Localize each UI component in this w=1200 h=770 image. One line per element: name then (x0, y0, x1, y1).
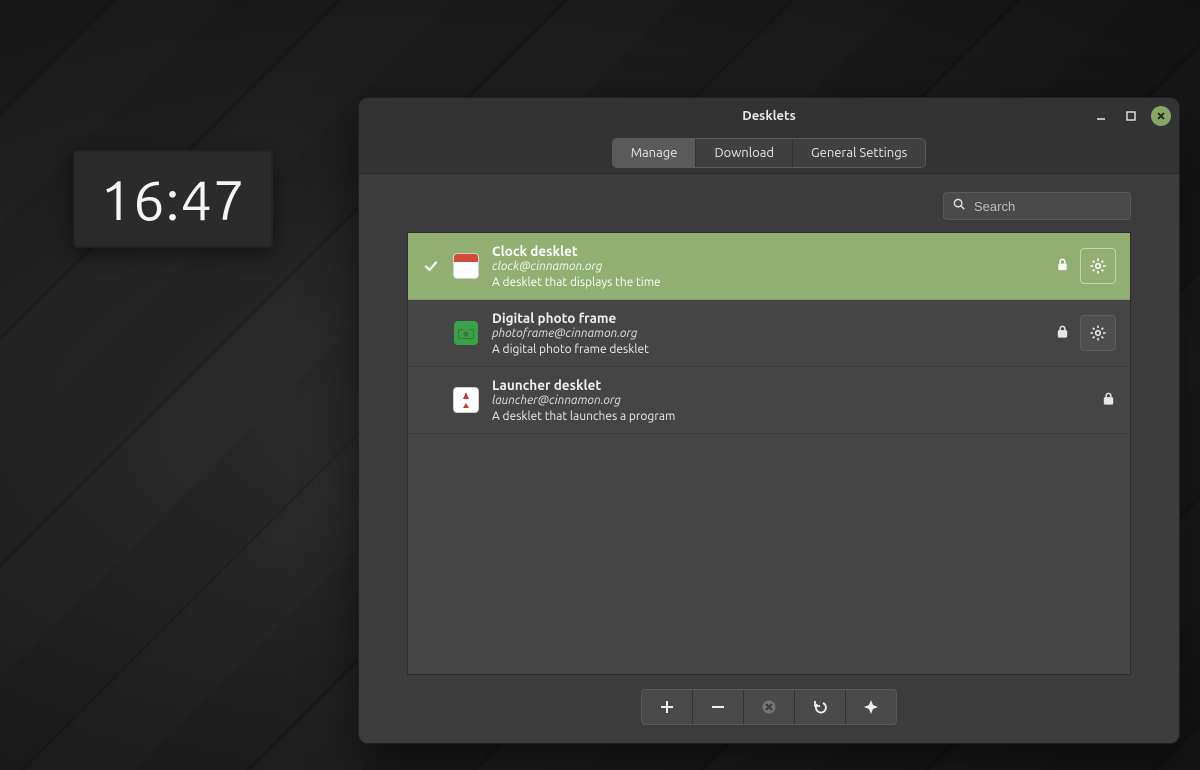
camera-icon (454, 321, 478, 345)
remove-button[interactable] (693, 690, 744, 724)
desklet-icon (452, 319, 480, 347)
desklet-id: clock@cinnamon.org (492, 260, 1043, 273)
tab-general-settings[interactable]: General Settings (793, 139, 925, 167)
tabbar: Manage Download General Settings (359, 133, 1179, 174)
disable-button[interactable] (744, 690, 795, 724)
desklet-actions (1101, 391, 1116, 410)
desklet-actions (1055, 248, 1116, 284)
desklet-list[interactable]: Clock deskletclock@cinnamon.org A desklet… (407, 232, 1131, 675)
desklet-texts: Digital photo framephotoframe@cinnamon.o… (492, 310, 1043, 356)
tab-download[interactable]: Download (696, 139, 793, 167)
desklet-icon (452, 386, 480, 414)
window-controls (1091, 98, 1171, 133)
search-input[interactable] (972, 198, 1122, 215)
tab-group: Manage Download General Settings (612, 138, 927, 168)
desklet-row[interactable]: Launcher deskletlauncher@cinnamon.org A d… (408, 367, 1130, 434)
close-button[interactable] (1151, 106, 1171, 126)
desklet-texts: Launcher deskletlauncher@cinnamon.org A d… (492, 377, 1089, 423)
search-bar (407, 192, 1131, 220)
clock-desklet[interactable]: 16:47 (73, 150, 273, 248)
desklet-name: Launcher desklet (492, 377, 1089, 393)
highlight-button[interactable] (846, 690, 896, 724)
desklet-id: launcher@cinnamon.org (492, 394, 1089, 407)
desklet-actions (1055, 315, 1116, 351)
desklet-texts: Clock deskletclock@cinnamon.org A desklet… (492, 243, 1043, 289)
maximize-button[interactable] (1121, 106, 1141, 126)
lock-icon (1101, 391, 1116, 410)
desklet-name: Clock desklet (492, 243, 1043, 259)
toolbar (641, 689, 897, 725)
desklet-name: Digital photo frame (492, 310, 1043, 326)
minimize-button[interactable] (1091, 106, 1111, 126)
desklet-description: A desklet that displays the time (492, 276, 1043, 289)
content-area: Clock deskletclock@cinnamon.org A desklet… (359, 174, 1179, 743)
search-icon (952, 197, 966, 215)
window-title: Desklets (742, 109, 796, 123)
active-check (422, 258, 440, 274)
tab-manage[interactable]: Manage (613, 139, 697, 167)
lock-icon (1055, 324, 1070, 343)
desklet-icon (452, 252, 480, 280)
lock-icon (1055, 257, 1070, 276)
clock-time: 16:47 (100, 168, 245, 231)
configure-button[interactable] (1080, 315, 1116, 351)
desklet-description: A desklet that launches a program (492, 410, 1089, 423)
add-button[interactable] (642, 690, 693, 724)
launcher-icon (453, 387, 479, 413)
desklets-window: Desklets Manage Download General Setting… (358, 97, 1180, 744)
desklet-id: photoframe@cinnamon.org (492, 327, 1043, 340)
desklet-row[interactable]: Digital photo framephotoframe@cinnamon.o… (408, 300, 1130, 367)
clock-icon (453, 253, 479, 279)
toolbar-wrap (407, 689, 1131, 725)
titlebar[interactable]: Desklets (359, 98, 1179, 133)
desklet-row[interactable]: Clock deskletclock@cinnamon.org A desklet… (408, 233, 1130, 300)
search-box[interactable] (943, 192, 1131, 220)
configure-button[interactable] (1080, 248, 1116, 284)
desklet-description: A digital photo frame desklet (492, 343, 1043, 356)
undo-button[interactable] (795, 690, 846, 724)
